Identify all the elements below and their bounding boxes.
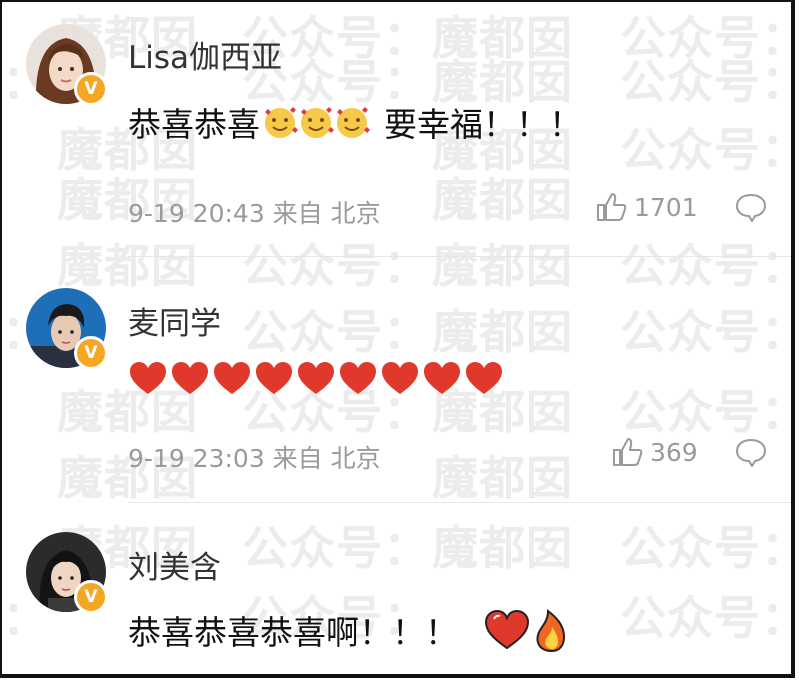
comment-meta: 9-19 20:43 来自 北京 bbox=[128, 199, 381, 228]
comment-text-main: 恭喜恭喜 bbox=[128, 105, 260, 144]
avatar[interactable]: V bbox=[26, 532, 108, 614]
emoji-icon bbox=[337, 107, 370, 138]
avatar[interactable]: V bbox=[26, 24, 108, 106]
thumbs-up-icon bbox=[613, 438, 643, 466]
red-heart-icon bbox=[424, 362, 460, 394]
verified-badge-icon: V bbox=[74, 336, 108, 370]
emoji-group bbox=[484, 607, 570, 653]
verified-badge-icon: V bbox=[74, 72, 108, 106]
red-heart-icon bbox=[298, 362, 334, 394]
like-count: 369 bbox=[650, 437, 698, 467]
watermark-text: 公众号： bbox=[620, 239, 795, 293]
red-heart-icon bbox=[382, 362, 418, 394]
comment-text-main: 恭喜恭喜恭喜啊！！！ bbox=[128, 613, 458, 652]
comment-text bbox=[128, 360, 504, 398]
watermark-text: 魔都囡 bbox=[57, 239, 198, 293]
red-heart-icon bbox=[172, 362, 208, 394]
avatar[interactable]: V bbox=[26, 288, 108, 370]
red-heart-icon bbox=[466, 362, 502, 394]
verified-badge-icon: V bbox=[74, 580, 108, 614]
red-heart-icon bbox=[214, 362, 250, 394]
watermark-text: 魔都囡 bbox=[432, 451, 573, 505]
divider bbox=[128, 502, 791, 503]
heart-icon bbox=[484, 609, 530, 650]
watermark-text: 魔都囡 bbox=[432, 521, 573, 575]
fire-icon bbox=[536, 609, 566, 653]
emoji-icon bbox=[301, 107, 334, 138]
like-button[interactable]: 1701 bbox=[596, 192, 698, 222]
comment-text: 恭喜恭喜恭喜啊！！！ bbox=[128, 606, 570, 654]
thumbs-up-icon bbox=[597, 193, 627, 221]
watermark-text: 公众号： bbox=[620, 55, 795, 109]
watermark-text: 公众号： bbox=[242, 239, 430, 293]
emoji-icon bbox=[265, 107, 298, 138]
like-button[interactable]: 369 bbox=[612, 437, 698, 467]
reply-icon[interactable] bbox=[734, 192, 768, 222]
red-heart-icon bbox=[130, 362, 166, 394]
comment-author[interactable]: 刘美含 bbox=[128, 542, 221, 587]
watermark-text: 魔都囡 bbox=[432, 239, 573, 293]
comment-author[interactable]: Lisa伽西亚 bbox=[128, 32, 282, 77]
comment-text-tail: 要幸福！！！ bbox=[384, 105, 582, 144]
divider bbox=[128, 256, 791, 257]
watermark-text: 魔都囡 bbox=[432, 173, 573, 227]
watermark-text: 公众号： bbox=[620, 305, 795, 359]
watermark-text: 公众号： bbox=[620, 385, 795, 439]
red-heart-icon bbox=[340, 362, 376, 394]
watermark-text: 公众号： bbox=[620, 521, 795, 575]
comment-meta: 9-19 23:03 来自 北京 bbox=[128, 444, 381, 473]
watermark-text: 公众号： bbox=[242, 305, 430, 359]
watermark-text: 公众号： bbox=[242, 521, 430, 575]
watermark-text: 魔都囡 bbox=[432, 11, 573, 65]
watermark-text: 魔都囡 bbox=[432, 305, 573, 359]
comment-author[interactable]: 麦同学 bbox=[128, 298, 221, 343]
comment-text: 恭喜恭喜 要幸福！！！ bbox=[128, 98, 582, 146]
red-heart-icon bbox=[256, 362, 292, 394]
reply-icon[interactable] bbox=[734, 437, 768, 467]
watermark-text: 公众号： bbox=[620, 123, 795, 177]
watermark-text: 公众号： bbox=[620, 11, 795, 65]
like-count: 1701 bbox=[634, 192, 698, 222]
smiling-face-with-hearts-icon bbox=[262, 104, 370, 140]
comment-panel: 魔都囡 公众号： 魔都囡 公众号： ： 公众号： 魔都囡 公众号： 魔都囡 魔都… bbox=[0, 0, 795, 678]
watermark-text: 公众号： bbox=[620, 591, 795, 645]
